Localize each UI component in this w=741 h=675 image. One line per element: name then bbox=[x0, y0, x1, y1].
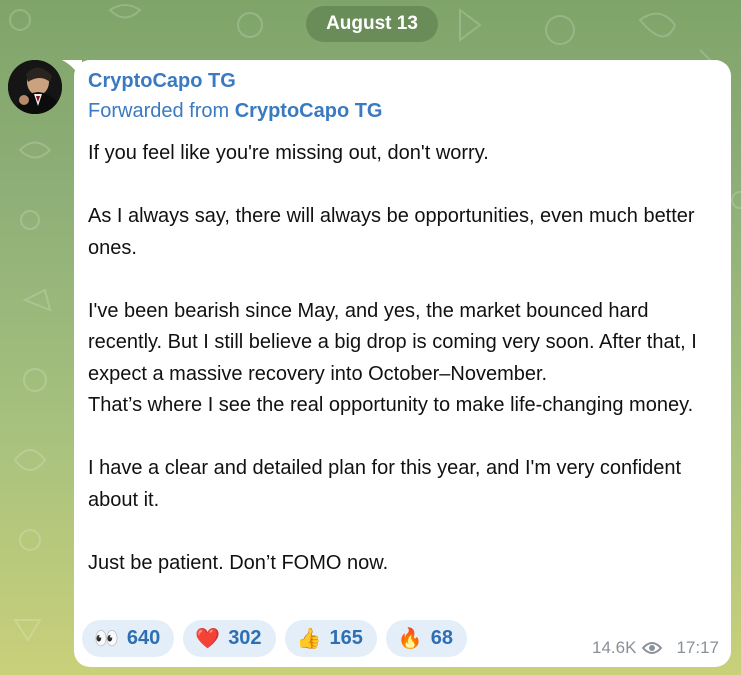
sender-name[interactable]: CryptoCapo TG bbox=[88, 70, 236, 93]
forwarded-header[interactable]: Forwarded from CryptoCapo TG bbox=[88, 100, 383, 123]
forwarded-prefix: Forwarded from bbox=[88, 100, 235, 122]
message-text: If you feel like you're missing out, don… bbox=[88, 138, 724, 579]
message-paragraph: I've been bearish since May, and yes, th… bbox=[88, 299, 697, 385]
reaction-count: 165 bbox=[329, 627, 363, 649]
reaction-count: 302 bbox=[228, 627, 262, 649]
reaction-count: 68 bbox=[430, 627, 453, 649]
message-paragraph: As I always say, there will always be op… bbox=[88, 205, 695, 259]
reaction-eyes-button[interactable]: 👀 640 bbox=[82, 620, 175, 657]
reaction-heart-button[interactable]: ❤️ 302 bbox=[183, 620, 276, 657]
message-paragraph: I have a clear and detailed plan for thi… bbox=[88, 457, 682, 511]
eye-icon bbox=[642, 642, 663, 654]
message-paragraph: Just be patient. Don’t FOMO now. bbox=[88, 551, 389, 574]
avatar-image bbox=[8, 60, 62, 114]
message-bubble[interactable]: CryptoCapo TG Forwarded from CryptoCapo … bbox=[74, 60, 731, 667]
forwarded-source-name[interactable]: CryptoCapo TG bbox=[235, 100, 383, 122]
reaction-thumbs-up-button[interactable]: 👍 165 bbox=[284, 620, 377, 657]
message-time: 17:17 bbox=[676, 638, 719, 657]
sender-avatar[interactable] bbox=[8, 60, 62, 114]
message-paragraph: That’s where I see the real opportunity … bbox=[88, 394, 694, 416]
reaction-count: 640 bbox=[126, 627, 161, 649]
view-count: 14.6K bbox=[592, 638, 637, 657]
reaction-fire-button[interactable]: 🔥 68 bbox=[385, 620, 467, 657]
message-meta: 14.6K 17:17 bbox=[592, 638, 719, 658]
date-label: August 13 bbox=[326, 13, 418, 34]
date-separator: August 13 bbox=[306, 6, 438, 42]
eyes-icon: 👀 bbox=[94, 627, 119, 650]
reactions-bar: 👀 640 ❤️ 302 👍 165 🔥 68 bbox=[82, 620, 467, 657]
heart-icon: ❤️ bbox=[195, 627, 221, 650]
fire-icon: 🔥 bbox=[397, 627, 423, 650]
message-paragraph: If you feel like you're missing out, don… bbox=[88, 142, 489, 164]
thumbs-up-icon: 👍 bbox=[296, 627, 322, 650]
